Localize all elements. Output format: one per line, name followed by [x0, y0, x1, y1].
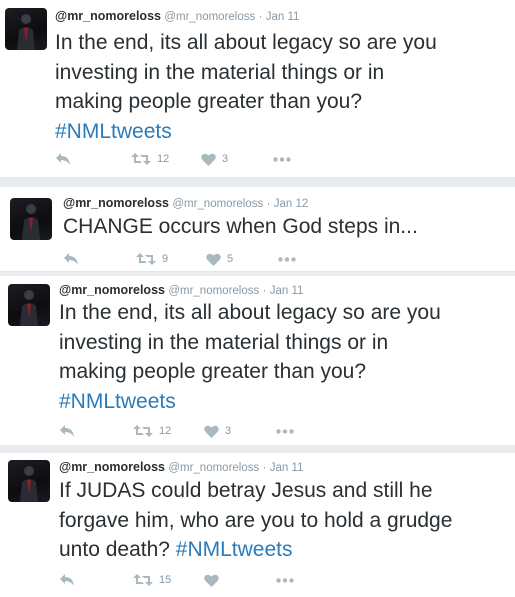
author-name[interactable]: @mr_nomoreloss [59, 283, 165, 297]
tweet-text-line: CHANGE occurs when God steps in... [63, 215, 418, 238]
avatar-image [22, 204, 40, 240]
more-icon [276, 577, 294, 583]
heart-icon [206, 253, 221, 266]
retweet-icon [133, 574, 153, 586]
more-icon [278, 256, 296, 262]
timestamp[interactable]: Jan 11 [270, 462, 304, 474]
like-button[interactable]: 3 [204, 422, 231, 440]
separator-dot: · [262, 462, 267, 474]
author-name[interactable]: @mr_nomoreloss [55, 9, 161, 23]
retweet-button[interactable]: 12 [133, 422, 171, 440]
reply-icon [60, 574, 74, 586]
author-handle[interactable]: @mr_nomoreloss [168, 462, 259, 474]
author-handle[interactable]: @mr_nomoreloss [164, 11, 255, 23]
tweet-text-line: investing in the material things or in [55, 60, 385, 84]
separator-dot: · [262, 285, 267, 297]
like-count: 5 [227, 253, 234, 265]
heart-icon [204, 425, 219, 438]
avatar-image [20, 466, 38, 502]
tweet-card[interactable]: @mr_nomoreloss @mr_nomoreloss · Jan 11 I… [0, 453, 515, 597]
tweet-text-line: forgave him, who are you to hold a grudg… [59, 508, 453, 532]
tweet-header: @mr_nomoreloss @mr_nomoreloss · Jan 11 [55, 8, 299, 25]
retweet-button[interactable]: 15 [133, 571, 171, 589]
reply-button[interactable] [59, 422, 75, 440]
more-button[interactable] [278, 250, 296, 268]
timestamp[interactable]: Jan 12 [274, 198, 309, 210]
tweet-text-line: unto death? #NMLtweets [59, 535, 452, 565]
tweet-header: @mr_nomoreloss @mr_nomoreloss · Jan 11 [59, 459, 303, 476]
avatar[interactable] [5, 8, 47, 50]
retweet-button[interactable]: 9 [136, 250, 168, 268]
tweet-actions: 15 [59, 571, 359, 589]
tweet-actions: 9 5 [63, 250, 363, 268]
tweet-card[interactable]: @mr_nomoreloss @mr_nomoreloss · Jan 11 I… [0, 276, 515, 446]
tweet-text-line: If JUDAS could betray Jesus and still he [59, 479, 433, 502]
reply-button[interactable] [59, 571, 75, 589]
timestamp[interactable]: Jan 11 [266, 11, 300, 23]
tweet-text-line: investing in the material things or in [59, 330, 389, 354]
avatar-image [17, 14, 35, 50]
reply-icon [60, 425, 74, 437]
reply-icon [64, 253, 78, 265]
avatar-image [20, 290, 38, 326]
tweet-header: @mr_nomoreloss @mr_nomoreloss · Jan 12 [63, 195, 308, 212]
retweet-count: 9 [162, 253, 169, 265]
retweet-count: 12 [157, 153, 170, 165]
like-count: 3 [225, 425, 232, 437]
tweet-text: In the end, its all about legacy so are … [59, 298, 441, 416]
retweet-count: 12 [159, 425, 172, 437]
heart-icon [204, 574, 219, 587]
tweet-text: CHANGE occurs when God steps in... [63, 212, 418, 242]
author-name[interactable]: @mr_nomoreloss [63, 196, 169, 210]
tweet-text-line: making people greater than you? [55, 90, 363, 113]
reply-button[interactable] [55, 150, 71, 168]
like-count: 3 [222, 153, 229, 165]
author-name[interactable]: @mr_nomoreloss [59, 460, 165, 474]
more-button[interactable] [276, 571, 294, 589]
reply-button[interactable] [63, 250, 79, 268]
tweet-text: In the end, its all about legacy so are … [55, 28, 437, 146]
tweet-text-line: In the end, its all about legacy so are … [59, 301, 441, 324]
retweet-icon [131, 153, 151, 165]
more-icon [273, 156, 291, 162]
tweet-text-fragment: unto death? [59, 538, 176, 561]
tweet-text-line: making people greater than you? [59, 360, 367, 383]
more-button[interactable] [273, 150, 291, 168]
author-handle[interactable]: @mr_nomoreloss [172, 198, 263, 210]
author-handle[interactable]: @mr_nomoreloss [168, 285, 259, 297]
tweet-text-line: In the end, its all about legacy so are … [55, 31, 437, 54]
tweet-card[interactable]: @mr_nomoreloss @mr_nomoreloss · Jan 12 C… [0, 187, 515, 272]
retweet-count: 15 [159, 574, 172, 586]
more-icon [276, 428, 294, 434]
tweet-card[interactable]: @mr_nomoreloss @mr_nomoreloss · Jan 11 I… [0, 0, 515, 178]
like-button[interactable]: 5 [206, 250, 233, 268]
separator-dot: · [258, 11, 263, 23]
like-button[interactable] [204, 571, 225, 589]
avatar[interactable] [10, 198, 52, 240]
timestamp[interactable]: Jan 11 [270, 285, 304, 297]
more-button[interactable] [276, 422, 294, 440]
hashtag-link[interactable]: #NMLtweets [176, 538, 293, 561]
reply-icon [56, 153, 70, 165]
tweet-actions: 12 3 [59, 422, 359, 440]
retweet-button[interactable]: 12 [131, 150, 169, 168]
hashtag-link[interactable]: #NMLtweets [55, 117, 437, 147]
retweet-icon [136, 253, 156, 265]
retweet-icon [133, 425, 153, 437]
like-button[interactable]: 3 [201, 150, 228, 168]
avatar[interactable] [8, 284, 50, 326]
hashtag-link[interactable]: #NMLtweets [59, 387, 441, 417]
separator-dot: · [266, 198, 271, 210]
tweet-actions: 12 3 [55, 150, 355, 168]
heart-icon [201, 153, 216, 166]
tweet-header: @mr_nomoreloss @mr_nomoreloss · Jan 11 [59, 282, 303, 299]
tweet-text: If JUDAS could betray Jesus and still he… [59, 476, 452, 565]
avatar[interactable] [8, 460, 50, 502]
